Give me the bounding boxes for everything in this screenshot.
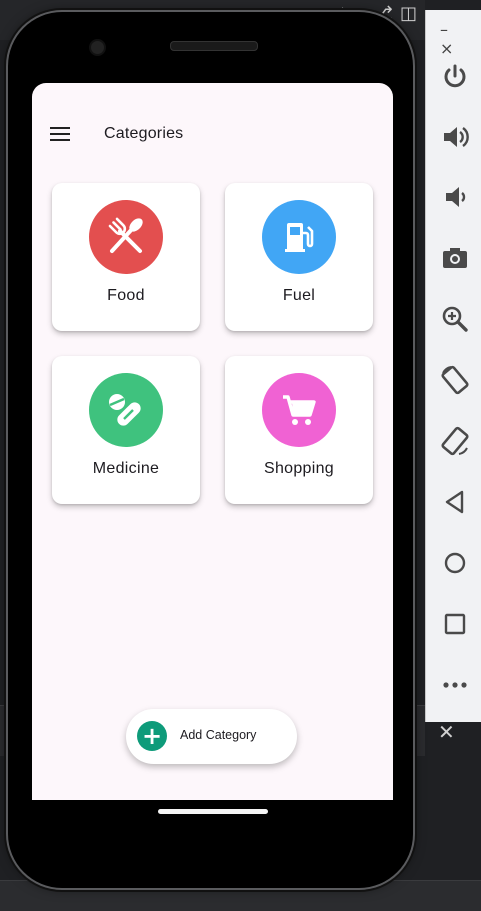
front-camera [89, 39, 106, 56]
rotate-left-icon[interactable] [440, 365, 470, 395]
category-label-fuel: Fuel [282, 287, 316, 304]
home-icon[interactable] [440, 548, 470, 578]
plus-icon: + [137, 721, 167, 751]
category-card-food[interactable]: Food [52, 183, 200, 331]
category-label-medicine: Medicine [92, 460, 160, 477]
pills-icon [109, 394, 141, 426]
volume-up-icon[interactable] [440, 122, 470, 152]
zoom-icon[interactable] [440, 304, 470, 334]
earpiece-speaker [170, 41, 258, 51]
category-card-medicine[interactable]: Medicine [52, 356, 200, 504]
fuel-icon-circle [262, 200, 336, 274]
power-icon[interactable] [440, 62, 470, 92]
more-icon[interactable] [440, 670, 470, 700]
camera-icon[interactable] [440, 243, 470, 273]
medicine-icon-circle [89, 373, 163, 447]
close-button[interactable]: × [440, 39, 453, 58]
hamburger-menu-icon[interactable] [50, 127, 70, 143]
category-label-food: Food [107, 287, 145, 304]
food-icon-circle [89, 200, 163, 274]
app-screen: Categories Food Fuel Medicine Shopping +… [32, 83, 393, 800]
gesture-nav-bar[interactable] [158, 809, 268, 814]
shopping-icon-circle [262, 373, 336, 447]
add-category-label: Add Category [180, 728, 257, 742]
rotate-right-icon[interactable] [440, 426, 470, 456]
overview-icon[interactable] [440, 609, 470, 639]
category-label-shopping: Shopping [263, 460, 335, 477]
shopping-cart-icon [283, 395, 316, 425]
back-icon[interactable] [440, 487, 470, 517]
category-card-shopping[interactable]: Shopping [225, 356, 373, 504]
fuel-pump-icon [285, 223, 314, 252]
window-controls: –× [440, 20, 481, 58]
emulator-toolbar: –× [425, 10, 481, 722]
app-bar: Categories [32, 113, 393, 157]
split-view-icon[interactable]: ◫ [400, 3, 417, 24]
volume-down-icon[interactable] [440, 182, 470, 212]
page-title: Categories [104, 125, 184, 142]
add-category-button[interactable]: + Add Category [126, 709, 297, 764]
category-card-fuel[interactable]: Fuel [225, 183, 373, 331]
minimize-button[interactable]: – [440, 20, 448, 39]
panel-close-icon[interactable]: ✕ [438, 722, 455, 742]
utensils-icon [108, 217, 143, 253]
